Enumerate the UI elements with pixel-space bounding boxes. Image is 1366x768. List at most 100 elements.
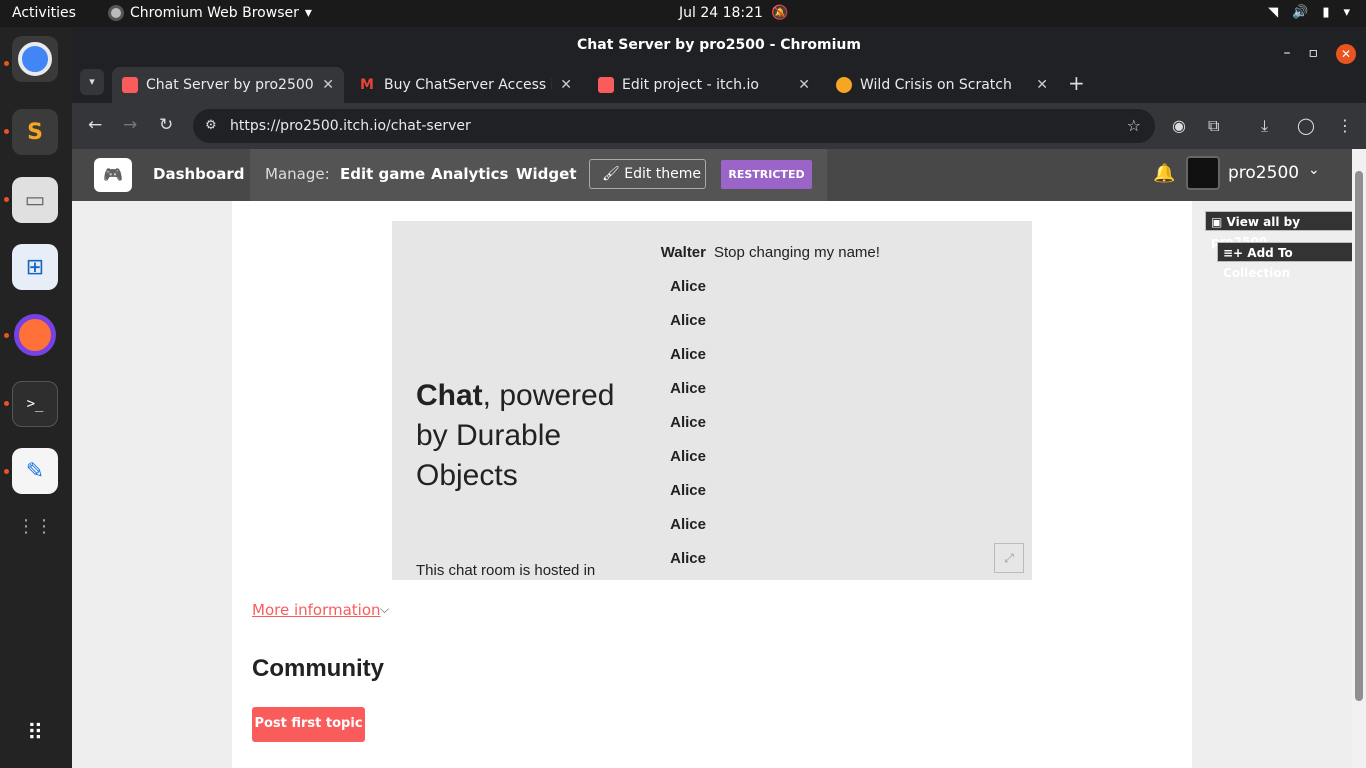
volume-icon: 🔊 bbox=[1292, 5, 1309, 20]
restricted-badge[interactable]: RESTRICTED bbox=[721, 160, 812, 189]
chat-message: Alice bbox=[632, 414, 714, 431]
chat-user: Alice bbox=[670, 312, 706, 329]
back-icon[interactable]: ← bbox=[88, 115, 102, 135]
app-menu[interactable]: Chromium Web Browser ▾ bbox=[108, 5, 312, 21]
chat-user: Alice bbox=[670, 346, 706, 363]
chat-user: Alice bbox=[670, 380, 706, 397]
forward-icon[interactable]: → bbox=[123, 115, 137, 135]
page-scrollbar[interactable] bbox=[1352, 149, 1366, 768]
tab-label: Edit project - itch.io bbox=[622, 77, 759, 93]
show-apps-icon[interactable]: ⠿ bbox=[12, 710, 58, 756]
itchio-favicon-icon bbox=[122, 77, 138, 93]
analytics-link[interactable]: Analytics bbox=[431, 165, 508, 183]
running-indicator bbox=[4, 197, 9, 202]
address-bar[interactable]: ⚙ https://pro2500.itch.io/chat-server ☆ bbox=[193, 109, 1155, 143]
scrollbar-thumb[interactable] bbox=[1355, 171, 1363, 701]
window-titlebar: Chat Server by pro2500 - Chromium – ▫ ✕ bbox=[72, 27, 1366, 64]
tab-label: Chat Server by pro2500 bbox=[146, 77, 314, 93]
terminal-icon[interactable]: >_ bbox=[12, 381, 58, 427]
url-text: https://pro2500.itch.io/chat-server bbox=[230, 118, 471, 134]
wifi-icon: ◥ bbox=[1268, 5, 1279, 20]
site-info-icon[interactable]: ⚙ bbox=[205, 109, 217, 143]
chevron-down-icon[interactable]: ⌄ bbox=[1308, 162, 1320, 178]
system-tray[interactable]: ◥ 🔊 ▮ ▾ bbox=[1268, 5, 1350, 20]
chat-hosted-text: This chat room is hosted in bbox=[416, 562, 596, 579]
profile-icon[interactable]: ◯ bbox=[1297, 116, 1315, 135]
tab-label: Wild Crisis on Scratch bbox=[860, 77, 1012, 93]
close-tab-icon[interactable]: ✕ bbox=[1036, 77, 1048, 93]
system-top-bar: Activities Chromium Web Browser ▾ Jul 24… bbox=[0, 0, 1366, 27]
fullscreen-icon[interactable]: ⤢ bbox=[994, 543, 1024, 573]
tab-buy-chatserver[interactable]: M Buy ChatServer Access is ✕ bbox=[350, 67, 582, 103]
chat-message: Alice bbox=[632, 346, 714, 363]
chat-user: Alice bbox=[670, 482, 706, 499]
firefox-icon[interactable] bbox=[12, 312, 58, 358]
widget-link[interactable]: Widget bbox=[516, 165, 577, 183]
chat-message: Alice bbox=[632, 482, 714, 499]
text-editor-icon[interactable]: ✎ bbox=[12, 448, 58, 494]
manage-section: Manage: Edit game Analytics Widget 🖌 Edi… bbox=[250, 149, 827, 201]
tab-strip: ▾ Chat Server by pro2500 ✕ M Buy ChatSer… bbox=[72, 63, 1366, 103]
tab-label: Buy ChatServer Access is bbox=[384, 77, 553, 93]
post-first-topic-button[interactable]: Post first topic bbox=[252, 707, 365, 742]
extension-icon[interactable]: ◉ bbox=[1172, 116, 1186, 135]
itchio-small-icon: ▣ bbox=[1211, 215, 1223, 229]
notifications-muted-icon: 🔕 bbox=[770, 5, 789, 21]
chat-user: Alice bbox=[670, 448, 706, 465]
community-heading: Community bbox=[252, 655, 384, 682]
chevron-down-icon: ▾ bbox=[89, 75, 95, 88]
itch-user-bar: 🎮 Dashboard Manage: Edit game Analytics … bbox=[72, 149, 1366, 201]
close-tab-icon[interactable]: ✕ bbox=[560, 77, 572, 93]
itchio-logo-icon[interactable]: 🎮 bbox=[94, 158, 132, 192]
sublime-text-icon[interactable]: S bbox=[12, 109, 58, 155]
reload-icon[interactable]: ↻ bbox=[159, 115, 173, 135]
tab-edit-project[interactable]: Edit project - itch.io ✕ bbox=[588, 67, 820, 103]
activities-button[interactable]: Activities bbox=[12, 5, 76, 21]
running-indicator bbox=[4, 469, 9, 474]
battery-icon: ▮ bbox=[1322, 5, 1330, 20]
chevron-down-icon[interactable]: ⌵ bbox=[380, 602, 389, 617]
close-tab-icon[interactable]: ✕ bbox=[322, 77, 334, 93]
bookmark-star-icon[interactable]: ☆ bbox=[1127, 109, 1141, 143]
close-tab-icon[interactable]: ✕ bbox=[798, 77, 810, 93]
tab-chat-server[interactable]: Chat Server by pro2500 ✕ bbox=[112, 67, 344, 103]
extensions-puzzle-icon[interactable]: ⧉ bbox=[1208, 116, 1219, 136]
new-tab-icon[interactable]: + bbox=[1068, 71, 1085, 95]
browser-toolbar: ← → ↻ ⚙ https://pro2500.itch.io/chat-ser… bbox=[72, 103, 1366, 149]
tab-search-button[interactable]: ▾ bbox=[80, 69, 104, 95]
files-icon[interactable]: ▭ bbox=[12, 177, 58, 223]
game-embed-frame[interactable]: Chat, powered by Durable Objects This ch… bbox=[392, 221, 1032, 580]
chat-message: Alice bbox=[632, 448, 714, 465]
edit-theme-button[interactable]: 🖌 Edit theme bbox=[589, 159, 706, 189]
menu-kebab-icon[interactable]: ⋮ bbox=[1337, 116, 1353, 135]
avatar[interactable] bbox=[1186, 156, 1220, 190]
software-store-icon[interactable]: ⊞ bbox=[12, 244, 58, 290]
chat-user: Alice bbox=[670, 516, 706, 533]
chat-text: Stop changing my name! bbox=[714, 244, 880, 261]
chromium-dock-icon[interactable] bbox=[12, 36, 58, 82]
add-to-collection-button[interactable]: ≡+ Add To Collection bbox=[1217, 242, 1366, 280]
app-name: Chromium Web Browser bbox=[130, 5, 299, 21]
running-indicator bbox=[4, 129, 9, 134]
username[interactable]: pro2500 bbox=[1228, 163, 1299, 183]
clock[interactable]: Jul 24 18:21 🔕 bbox=[679, 5, 788, 21]
chromium-icon bbox=[108, 5, 124, 21]
workspace-grid-icon[interactable]: ⋮⋮ bbox=[12, 503, 58, 549]
page-viewport: 🎮 Dashboard Manage: Edit game Analytics … bbox=[72, 149, 1366, 768]
chat-user: Walter bbox=[660, 244, 706, 261]
browser-window: Chat Server by pro2500 - Chromium – ▫ ✕ … bbox=[72, 27, 1366, 768]
scratch-favicon-icon bbox=[836, 77, 852, 93]
download-icon[interactable]: ⤓ bbox=[1261, 116, 1268, 136]
more-information-link[interactable]: More information bbox=[252, 601, 381, 619]
dashboard-link[interactable]: Dashboard bbox=[153, 165, 244, 183]
chat-message: Alice bbox=[632, 278, 714, 295]
close-icon[interactable]: ✕ bbox=[1336, 43, 1356, 64]
running-indicator bbox=[4, 61, 9, 66]
chat-message: Alice bbox=[632, 516, 714, 533]
view-all-button[interactable]: ▣ View all by pro2500 bbox=[1205, 211, 1366, 249]
edit-game-link[interactable]: Edit game bbox=[340, 165, 425, 183]
game-page-column: Chat, powered by Durable Objects This ch… bbox=[232, 201, 1192, 768]
tab-wild-crisis[interactable]: Wild Crisis on Scratch ✕ bbox=[826, 67, 1058, 103]
chat-intro: Chat, powered by Durable Objects bbox=[416, 376, 616, 496]
bell-icon[interactable]: 🔔 bbox=[1153, 163, 1175, 184]
